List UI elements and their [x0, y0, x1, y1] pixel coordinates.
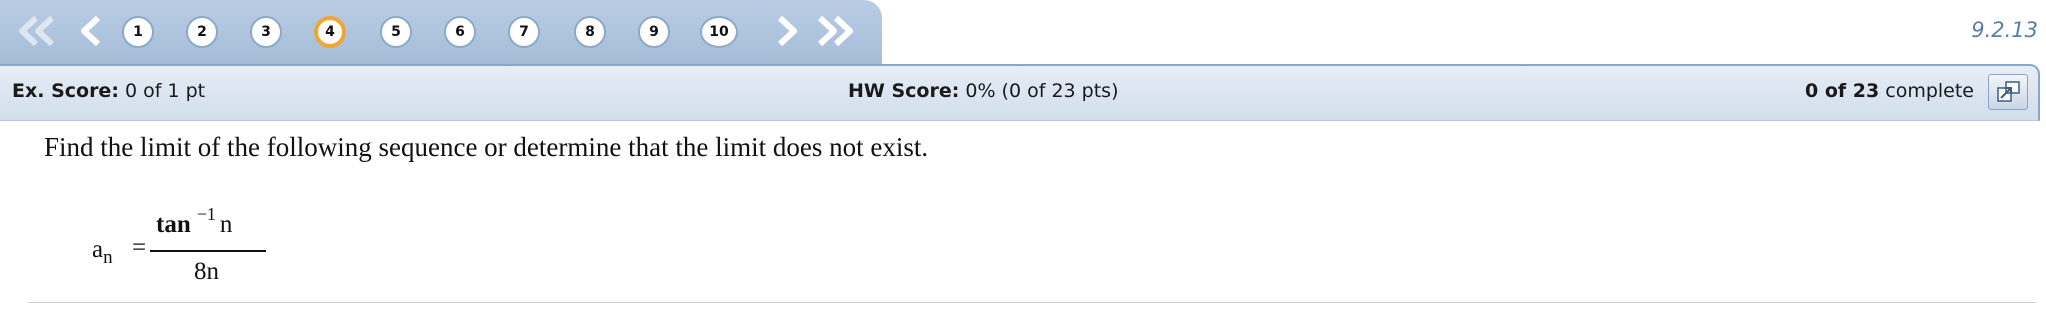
- formula-num-func: tan: [156, 211, 191, 238]
- formula-lhs-subscript: n: [103, 247, 113, 268]
- completion-count: 0 of 23: [1804, 80, 1880, 102]
- formula-denominator: 8n: [194, 258, 219, 285]
- formula-lhs: an: [92, 236, 113, 269]
- homework-score-label: HW Score:: [848, 80, 960, 102]
- question-button-1[interactable]: 1: [122, 16, 154, 48]
- version-label: 9.2.13: [1971, 18, 2038, 42]
- formula-lhs-var: a: [92, 236, 104, 263]
- question-button-10[interactable]: 10: [700, 16, 738, 48]
- formula-num-arg: n: [219, 211, 233, 238]
- question-button-7[interactable]: 7: [508, 16, 540, 48]
- popout-button[interactable]: [1988, 74, 2028, 110]
- score-bar: Ex. Score: 0 of 1 pt HW Score: 0% (0 of …: [0, 64, 2040, 121]
- sequence-formula: an = tan −1 n 8n: [92, 202, 292, 292]
- question-navigation: 1 2 3 4 5 6 7 8 9 10: [0, 0, 882, 64]
- question-button-8[interactable]: 8: [574, 16, 606, 48]
- formula-numerator: tan −1 n: [156, 204, 232, 239]
- question-button-9[interactable]: 9: [638, 16, 670, 48]
- homework-score-value: 0% (0 of 23 pts): [965, 80, 1119, 102]
- fraction-bar: [150, 250, 266, 252]
- question-prompt: Find the limit of the following sequence…: [44, 132, 929, 162]
- formula-equals: =: [132, 234, 147, 261]
- question-divider: [28, 302, 2036, 303]
- completion-status: 0 of 23 complete: [1805, 80, 1974, 102]
- question-button-6[interactable]: 6: [444, 16, 476, 48]
- double-chevron-right-icon[interactable]: [814, 14, 856, 48]
- double-chevron-left-icon[interactable]: [16, 14, 58, 48]
- completion-label: complete: [1885, 80, 1974, 102]
- exercise-score-value: 0 of 1 pt: [124, 80, 206, 102]
- chevron-right-icon[interactable]: [774, 14, 802, 48]
- exercise-score-label: Ex. Score:: [12, 80, 119, 102]
- question-button-3[interactable]: 3: [250, 16, 282, 48]
- question-button-5[interactable]: 5: [380, 16, 412, 48]
- formula-num-sup: −1: [196, 204, 216, 224]
- chevron-left-icon[interactable]: [76, 14, 104, 48]
- question-button-4-current[interactable]: 4: [314, 16, 346, 48]
- exercise-score: Ex. Score: 0 of 1 pt: [12, 80, 205, 102]
- homework-score: HW Score: 0% (0 of 23 pts): [848, 80, 1119, 102]
- popout-window-icon: [1997, 81, 2020, 102]
- question-button-2[interactable]: 2: [186, 16, 218, 48]
